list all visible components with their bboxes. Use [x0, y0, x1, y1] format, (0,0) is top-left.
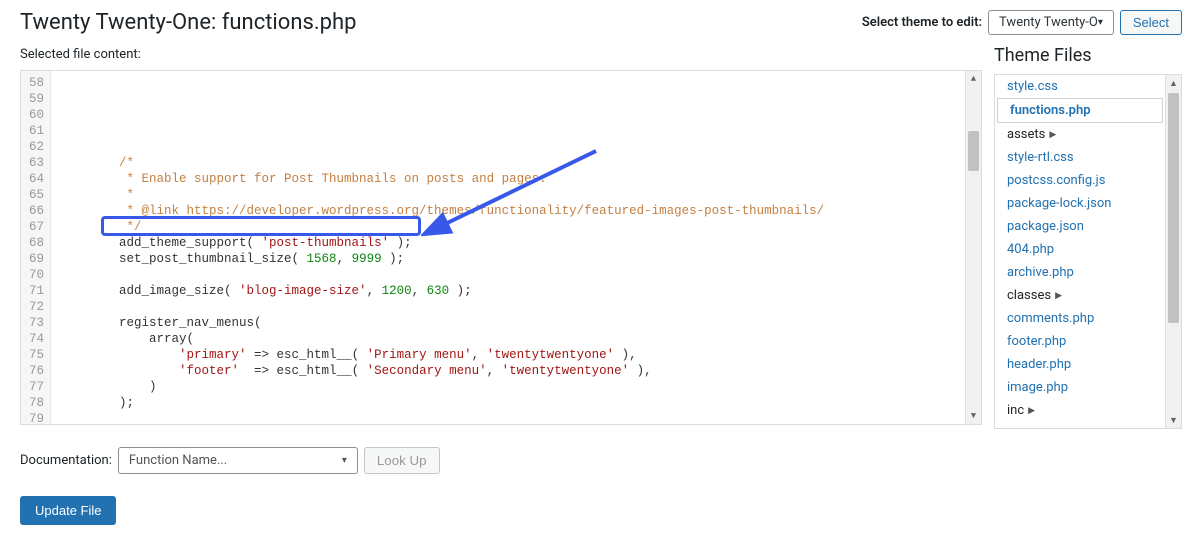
code-line[interactable]: * @link https://developer.wordpress.org/… — [59, 203, 957, 219]
scroll-down-icon[interactable]: ▼ — [966, 408, 981, 424]
chevron-right-icon: ▶ — [1028, 406, 1035, 416]
code-line[interactable]: ) — [59, 379, 957, 395]
file-item[interactable]: header.php — [995, 353, 1165, 376]
look-up-button[interactable]: Look Up — [364, 447, 440, 474]
editor-label: Selected file content: — [20, 47, 982, 62]
scroll-thumb[interactable] — [1168, 93, 1179, 323]
file-item[interactable]: image.php — [995, 376, 1165, 399]
code-line[interactable] — [59, 267, 957, 283]
documentation-select[interactable]: Function Name... ▾ — [118, 447, 358, 474]
code-line[interactable]: /* — [59, 155, 957, 171]
editor-scrollbar[interactable]: ▲ ▼ — [965, 71, 981, 424]
chevron-right-icon: ▶ — [1055, 291, 1062, 301]
code-line[interactable]: * — [59, 187, 957, 203]
select-button[interactable]: Select — [1120, 10, 1182, 35]
file-item[interactable]: postcss.config.js — [995, 169, 1165, 192]
documentation-label: Documentation: — [20, 453, 112, 468]
documentation-select-value: Function Name... — [129, 453, 227, 468]
file-item[interactable]: comments.php — [995, 307, 1165, 330]
code-line[interactable]: register_nav_menus( — [59, 315, 957, 331]
line-gutter: 5859606162636465666768697071727374757677… — [21, 71, 51, 424]
chevron-down-icon: ▾ — [342, 455, 347, 466]
code-line[interactable] — [59, 299, 957, 315]
folder-item[interactable]: classes▶ — [995, 284, 1165, 307]
chevron-right-icon: ▶ — [1049, 130, 1056, 140]
file-item[interactable]: footer.php — [995, 330, 1165, 353]
code-editor[interactable]: 5859606162636465666768697071727374757677… — [20, 70, 982, 425]
update-file-button[interactable]: Update File — [20, 496, 116, 525]
scroll-up-icon[interactable]: ▲ — [1166, 75, 1181, 91]
file-item[interactable]: package-lock.json — [995, 192, 1165, 215]
file-item[interactable]: archive.php — [995, 261, 1165, 284]
theme-files-heading: Theme Files — [994, 45, 1182, 66]
theme-select[interactable]: Twenty Twenty-O ▾ — [988, 10, 1114, 35]
code-line[interactable]: add_theme_support( 'post-thumbnails' ); — [59, 235, 957, 251]
code-line[interactable]: add_image_size( 'blog-image-size', 1200,… — [59, 283, 957, 299]
page-title: Twenty Twenty-One: functions.php — [20, 10, 356, 35]
code-line[interactable] — [59, 139, 957, 155]
code-line[interactable]: ); — [59, 395, 957, 411]
chevron-down-icon: ▾ — [1098, 17, 1103, 28]
file-item[interactable]: style-rtl.css — [995, 146, 1165, 169]
file-item[interactable]: package.json — [995, 215, 1165, 238]
theme-select-label: Select theme to edit: — [862, 15, 982, 30]
theme-select-value: Twenty Twenty-O — [999, 15, 1098, 30]
code-body[interactable]: /* * Enable support for Post Thumbnails … — [51, 71, 965, 424]
scroll-thumb[interactable] — [968, 131, 979, 171]
scroll-up-icon[interactable]: ▲ — [966, 71, 981, 87]
file-item[interactable]: style.css — [995, 75, 1165, 98]
code-line[interactable]: */ — [59, 219, 957, 235]
code-line[interactable]: 'primary' => esc_html__( 'Primary menu',… — [59, 347, 957, 363]
code-line[interactable] — [59, 411, 957, 424]
code-line[interactable]: 'footer' => esc_html__( 'Secondary menu'… — [59, 363, 957, 379]
code-line[interactable]: set_post_thumbnail_size( 1568, 9999 ); — [59, 251, 957, 267]
file-list: style.cssfunctions.phpassets▶style-rtl.c… — [994, 74, 1182, 429]
folder-item[interactable]: assets▶ — [995, 123, 1165, 146]
scroll-down-icon[interactable]: ▼ — [1166, 412, 1181, 428]
theme-select-group: Select theme to edit: Twenty Twenty-O ▾ … — [862, 10, 1182, 35]
file-list-scrollbar[interactable]: ▲ ▼ — [1165, 75, 1181, 428]
file-item[interactable]: functions.php — [997, 98, 1163, 123]
folder-item[interactable]: inc▶ — [995, 399, 1165, 422]
code-line[interactable]: array( — [59, 331, 957, 347]
file-item[interactable]: 404.php — [995, 238, 1165, 261]
code-line[interactable]: * Enable support for Post Thumbnails on … — [59, 171, 957, 187]
